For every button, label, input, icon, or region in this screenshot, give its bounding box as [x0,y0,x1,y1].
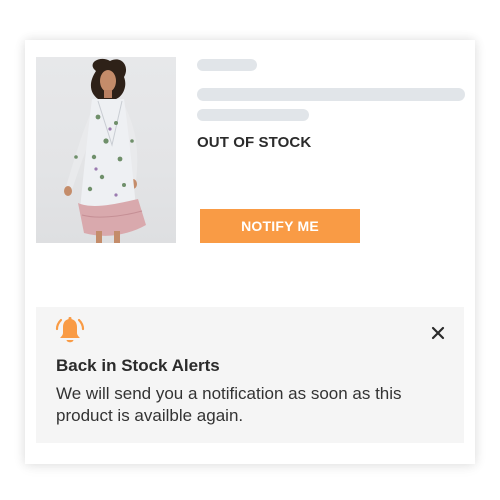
product-image [36,57,176,243]
bell-icon [55,316,85,346]
stock-status: OUT OF STOCK [197,134,312,151]
notify-me-button[interactable]: NOTIFY ME [200,209,360,243]
close-icon[interactable] [426,321,450,345]
skeleton-line [197,88,465,101]
skeleton-line [197,109,309,121]
product-card: OUT OF STOCK NOTIFY ME Back in Stock Ale… [25,40,475,464]
alert-title: Back in Stock Alerts [56,356,220,375]
skeleton-line [197,59,257,71]
alert-message: We will send you a notification as soon … [56,384,402,425]
back-in-stock-alert: Back in Stock Alerts We will send you a … [36,307,464,443]
